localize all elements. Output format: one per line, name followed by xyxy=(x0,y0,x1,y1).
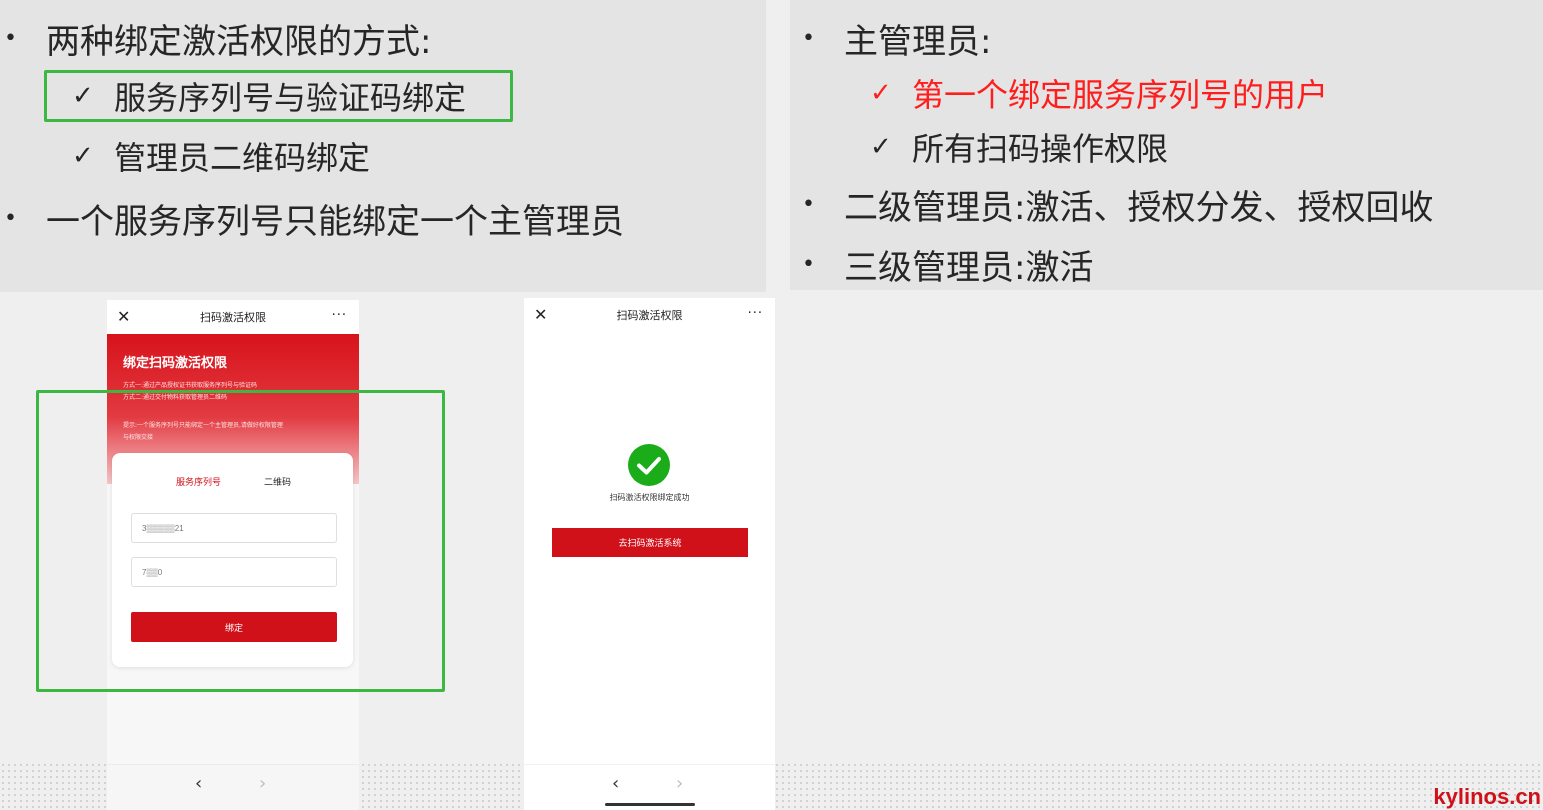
success-message: 扫码激活权限绑定成功 xyxy=(609,493,690,502)
hero-method-one: 方式一:通过产品授权证书获取服务序列号与验证码 xyxy=(123,382,258,389)
forward-icon[interactable]: › xyxy=(259,773,266,794)
bullet-text: 主管理员: xyxy=(844,21,992,62)
brand-watermark: kylinos.cn xyxy=(1433,784,1541,809)
bullet-text: 一个服务序列号只能绑定一个主管理员 xyxy=(46,201,624,242)
bullet-second-admin: • 二级管理员:激活、授权分发、授权回收 xyxy=(802,180,1433,228)
sub-item-qr-binding: ✓ 管理员二维码绑定 xyxy=(72,133,370,179)
bullet-dot: • xyxy=(802,191,815,217)
highlight-box-serial-binding xyxy=(44,70,513,122)
sub-item-all-permissions: ✓ 所有扫码操作权限 xyxy=(870,124,1168,170)
highlight-box-bind-form xyxy=(36,390,445,692)
bullet-text: 两种绑定激活权限的方式: xyxy=(46,21,432,62)
check-icon: ✓ xyxy=(72,141,94,171)
right-text-panel: • 主管理员: ✓ 第一个绑定服务序列号的用户 ✓ 所有扫码操作权限 • 二级管… xyxy=(790,0,1543,290)
left-text-panel: • 两种绑定激活权限的方式: ✓ 服务序列号与验证码绑定 ✓ 管理员二维码绑定 … xyxy=(0,0,766,292)
back-icon[interactable]: ‹ xyxy=(612,773,619,794)
bottom-navigation-bar: ‹ › xyxy=(107,764,359,810)
sub-item-text: 管理员二维码绑定 xyxy=(114,139,371,177)
bullet-dot: • xyxy=(802,25,815,51)
more-icon[interactable]: ··· xyxy=(332,308,347,323)
mini-app-title: 扫码激活权限 xyxy=(200,311,266,324)
bullet-dot: • xyxy=(4,25,17,51)
mini-app-title-bar: ✕ 扫码激活权限 ··· xyxy=(107,300,359,334)
mini-app-title: 扫码激活权限 xyxy=(616,309,683,322)
success-check-icon xyxy=(628,444,670,486)
phone-screen-bind-success: ✕ 扫码激活权限 ··· 扫码激活权限绑定成功 去扫码激活系统 ‹ › xyxy=(524,298,775,810)
bullet-one-admin: • 一个服务序列号只能绑定一个主管理员 xyxy=(4,194,624,242)
bullet-binding-methods: • 两种绑定激活权限的方式: xyxy=(4,14,431,62)
sub-item-text: 所有扫码操作权限 xyxy=(912,130,1169,168)
forward-icon[interactable]: › xyxy=(676,773,683,794)
sub-item-first-user: ✓ 第一个绑定服务序列号的用户 xyxy=(870,70,1328,116)
back-icon[interactable]: ‹ xyxy=(195,773,202,794)
hero-title: 绑定扫码激活权限 xyxy=(123,356,228,371)
bullet-main-admin: • 主管理员: xyxy=(802,14,991,62)
bullet-dot: • xyxy=(4,205,17,231)
sub-item-text: 第一个绑定服务序列号的用户 xyxy=(912,76,1329,114)
close-icon[interactable]: ✕ xyxy=(117,307,130,326)
go-activation-button[interactable]: 去扫码激活系统 xyxy=(552,528,748,557)
close-icon[interactable]: ✕ xyxy=(534,305,547,324)
bullet-text: 二级管理员:激活、授权分发、授权回收 xyxy=(844,187,1434,228)
bullet-text: 三级管理员:激活 xyxy=(844,247,1094,288)
mini-app-title-bar: ✕ 扫码激活权限 ··· xyxy=(524,298,775,332)
bullet-dot: • xyxy=(802,251,815,277)
more-icon[interactable]: ··· xyxy=(748,306,763,321)
bullet-third-admin: • 三级管理员:激活 xyxy=(802,240,1093,288)
bottom-navigation-bar: ‹ › xyxy=(524,764,775,810)
check-icon: ✓ xyxy=(870,132,892,162)
check-icon: ✓ xyxy=(870,78,892,108)
home-indicator xyxy=(604,803,695,806)
